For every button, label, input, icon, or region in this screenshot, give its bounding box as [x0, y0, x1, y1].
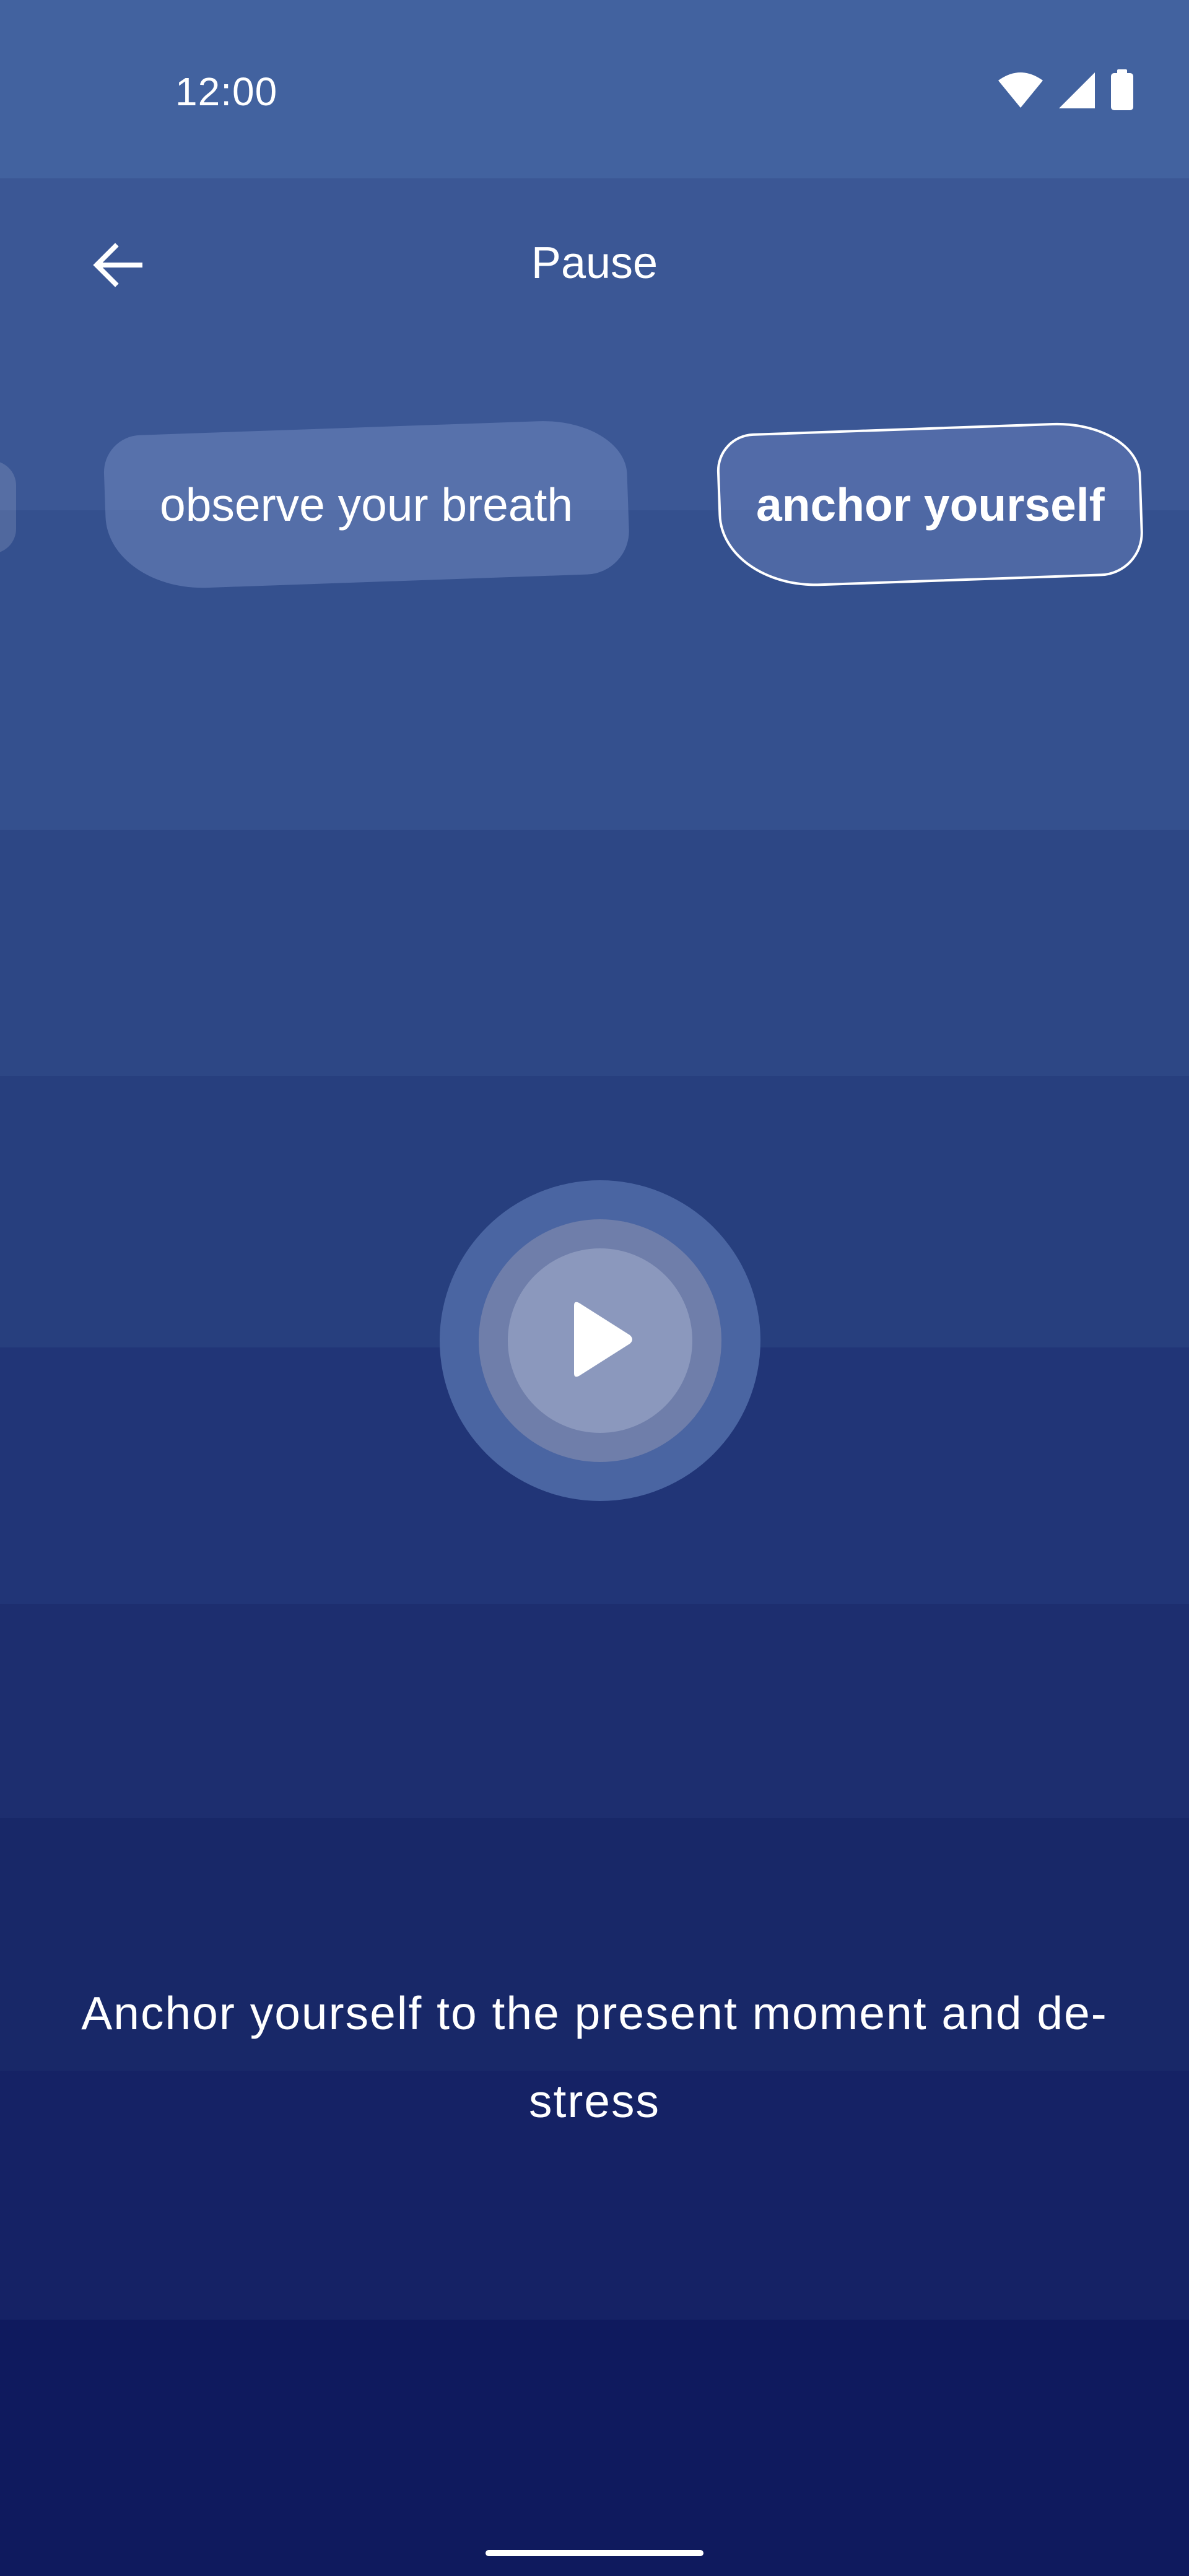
chip-label: observe your breath	[160, 479, 573, 531]
chip-anchor-yourself[interactable]: anchor yourself	[715, 420, 1145, 590]
status-bar-icons	[997, 69, 1135, 115]
chip-observe-your-breath[interactable]: observe your breath	[102, 418, 631, 591]
play-icon	[563, 1299, 637, 1383]
chip-label: anchor yourself	[756, 479, 1105, 531]
exercise-description: Anchor yourself to the present moment an…	[81, 1987, 1108, 2127]
home-gesture-bar[interactable]	[486, 2550, 703, 2556]
status-bar-time: 12:00	[175, 69, 278, 114]
background-band	[0, 1604, 1189, 1818]
page-title: Pause	[531, 238, 658, 288]
wifi-icon	[997, 72, 1044, 112]
background-band	[0, 2320, 1189, 2576]
background-band	[0, 830, 1189, 1076]
battery-icon	[1110, 69, 1135, 115]
play-button[interactable]	[508, 1248, 692, 1433]
cellular-signal-icon	[1058, 71, 1096, 113]
